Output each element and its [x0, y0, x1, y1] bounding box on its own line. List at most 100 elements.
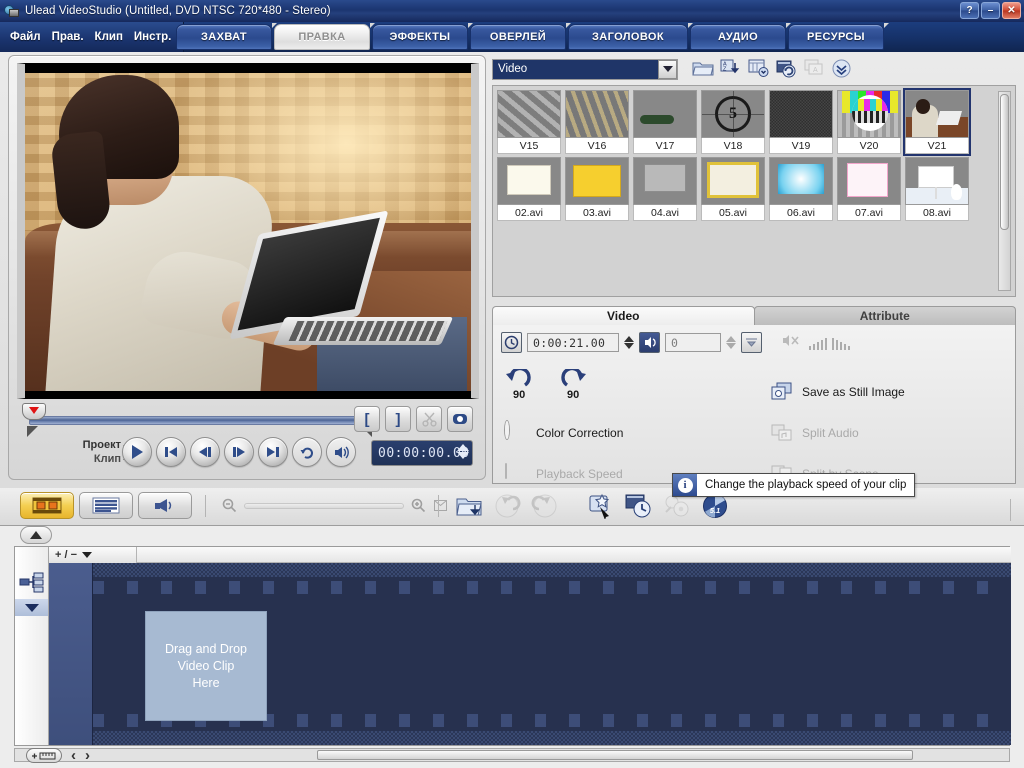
volume-stepper[interactable] [726, 336, 736, 349]
zoom-in-icon[interactable] [411, 498, 426, 513]
trim-handle-left[interactable] [27, 426, 38, 437]
library-item[interactable]: V19 [769, 90, 833, 154]
library-item[interactable]: 02.avi [497, 157, 561, 221]
zoom-out-icon[interactable] [222, 498, 237, 513]
library-item[interactable]: 04.avi [633, 157, 697, 221]
timeline-view-button[interactable] [79, 492, 133, 519]
menu-item-clip[interactable]: Клип [95, 31, 123, 43]
step-tab-share[interactable]: РЕСУРСЫ [788, 24, 884, 50]
menu-item-edit[interactable]: Прав. [52, 31, 84, 43]
smart-proxy-icon[interactable] [587, 493, 615, 521]
video-dropzone[interactable]: Drag and Drop Video Clip Here [145, 611, 267, 721]
library-item[interactable]: 06.avi [769, 157, 833, 221]
menu-item-file[interactable]: Файл [10, 31, 41, 43]
library-item[interactable]: 03.avi [565, 157, 629, 221]
mark-in-button[interactable]: [ [354, 406, 380, 432]
add-all-icon[interactable]: A [804, 59, 826, 79]
previous-frame-button[interactable] [190, 437, 220, 467]
rotate-left-button[interactable]: 90 [505, 369, 541, 401]
zoom-slider[interactable] [244, 503, 404, 509]
step-tab-edit[interactable]: ПРАВКА [274, 24, 370, 50]
minimize-button[interactable]: – [981, 2, 1000, 19]
redo-icon[interactable] [531, 493, 559, 521]
scrubber-playhead[interactable] [22, 403, 46, 420]
timeline-ruler[interactable]: + / − [49, 547, 1011, 563]
timeline-horizontal-scrollbar[interactable] [14, 748, 1010, 762]
fit-project-icon[interactable] [433, 498, 448, 513]
load-media-folder-icon[interactable] [692, 59, 714, 79]
storyboard-view-button[interactable] [20, 492, 74, 519]
library-item[interactable]: V16 [565, 90, 629, 154]
undo-icon[interactable] [493, 493, 521, 521]
help-button[interactable]: ? [960, 2, 979, 19]
fade-in-icon[interactable] [809, 336, 827, 350]
close-button[interactable]: ✕ [1002, 2, 1021, 19]
expand-track-icon[interactable] [15, 599, 48, 616]
mute-icon[interactable] [782, 333, 804, 353]
menu-item-tools[interactable]: Инстр. [134, 31, 171, 43]
split-audio-item[interactable]: Split Audio [771, 423, 859, 443]
step-tab-audio[interactable]: АУДИО [690, 24, 786, 50]
library-scrollbar[interactable] [998, 91, 1011, 291]
scrubber-track[interactable] [29, 416, 369, 425]
library-options-icon[interactable] [748, 59, 770, 79]
scroll-prev-button[interactable]: ‹ [71, 748, 76, 763]
next-frame-button[interactable] [224, 437, 254, 467]
step-tab-capture[interactable]: ЗАХВАТ [176, 24, 272, 50]
ruler-toggle-button[interactable] [26, 748, 62, 763]
preview-mode-clip[interactable]: Клип [35, 452, 121, 466]
library-category-select[interactable]: Video [492, 59, 678, 80]
clip-volume-field[interactable]: 0 [665, 333, 721, 352]
insert-media-icon[interactable] [455, 493, 483, 521]
library-item[interactable]: V15 [497, 90, 561, 154]
step-tab-title[interactable]: ЗАГОЛОВОК [568, 24, 688, 50]
step-tab-effects[interactable]: ЭФФЕКТЫ [372, 24, 468, 50]
save-still-image-item[interactable]: Save as Still Image [771, 382, 905, 402]
library-item-selected[interactable]: V21 [905, 90, 969, 154]
library-item[interactable]: 08.avi [905, 157, 969, 221]
play-button[interactable] [122, 437, 152, 467]
playback-speed-item[interactable]: Playback Speed [505, 464, 623, 484]
step-tab-overlay[interactable]: ОВЕРЛЕЙ [470, 24, 566, 50]
library-item[interactable]: 05.avi [701, 157, 765, 221]
batch-convert-icon[interactable] [625, 493, 653, 521]
start-button[interactable] [156, 437, 186, 467]
rotate-media-icon[interactable] [776, 59, 798, 79]
preview-mode-project[interactable]: Проект [35, 438, 121, 452]
end-button[interactable] [258, 437, 288, 467]
video-track[interactable]: Drag and Drop Video Clip Here [49, 563, 1011, 745]
library-item[interactable]: 07.avi [837, 157, 901, 221]
library-item[interactable]: 5 V18 [701, 90, 765, 154]
cut-clip-button[interactable] [416, 406, 442, 432]
sort-az-icon[interactable]: AZ [720, 59, 742, 79]
rotate-right-button[interactable]: 90 [559, 369, 595, 401]
library-item[interactable]: V17 [633, 90, 697, 154]
clip-volume-icon[interactable] [639, 332, 660, 353]
volume-fader-icon[interactable] [741, 332, 762, 353]
mark-out-button[interactable]: ] [385, 406, 411, 432]
duration-stepper[interactable] [624, 336, 634, 349]
fade-out-icon[interactable] [832, 336, 850, 350]
audio-view-button[interactable] [138, 492, 192, 519]
preview-timecode[interactable]: 00:00:00.00 [371, 440, 473, 466]
timeline-scrollbar-thumb[interactable] [317, 750, 913, 760]
color-correction-item[interactable]: Color Correction [505, 423, 623, 443]
library-item[interactable]: V20 [837, 90, 901, 154]
enlarge-preview-button[interactable] [447, 406, 473, 432]
preview-timecode-stepper[interactable] [457, 444, 469, 459]
preview-screen[interactable] [25, 64, 471, 398]
eject-button[interactable] [20, 526, 52, 544]
tab-attribute[interactable]: Attribute [754, 306, 1017, 325]
volume-button[interactable] [326, 437, 356, 467]
expand-library-icon[interactable] [832, 59, 854, 79]
duration-clock-icon[interactable] [501, 332, 522, 353]
track-manager-icon[interactable] [19, 572, 45, 594]
tab-video[interactable]: Video [492, 306, 755, 325]
preview-scrubber[interactable] [21, 405, 377, 435]
library-scrollbar-thumb[interactable] [1000, 94, 1009, 230]
scroll-next-button[interactable]: › [85, 748, 90, 763]
chevron-down-icon[interactable] [658, 60, 677, 79]
timeline-zoom-stepper[interactable]: + / − [49, 547, 137, 563]
repeat-button[interactable] [292, 437, 322, 467]
clip-duration-field[interactable]: 0:00:21.00 [527, 333, 619, 352]
